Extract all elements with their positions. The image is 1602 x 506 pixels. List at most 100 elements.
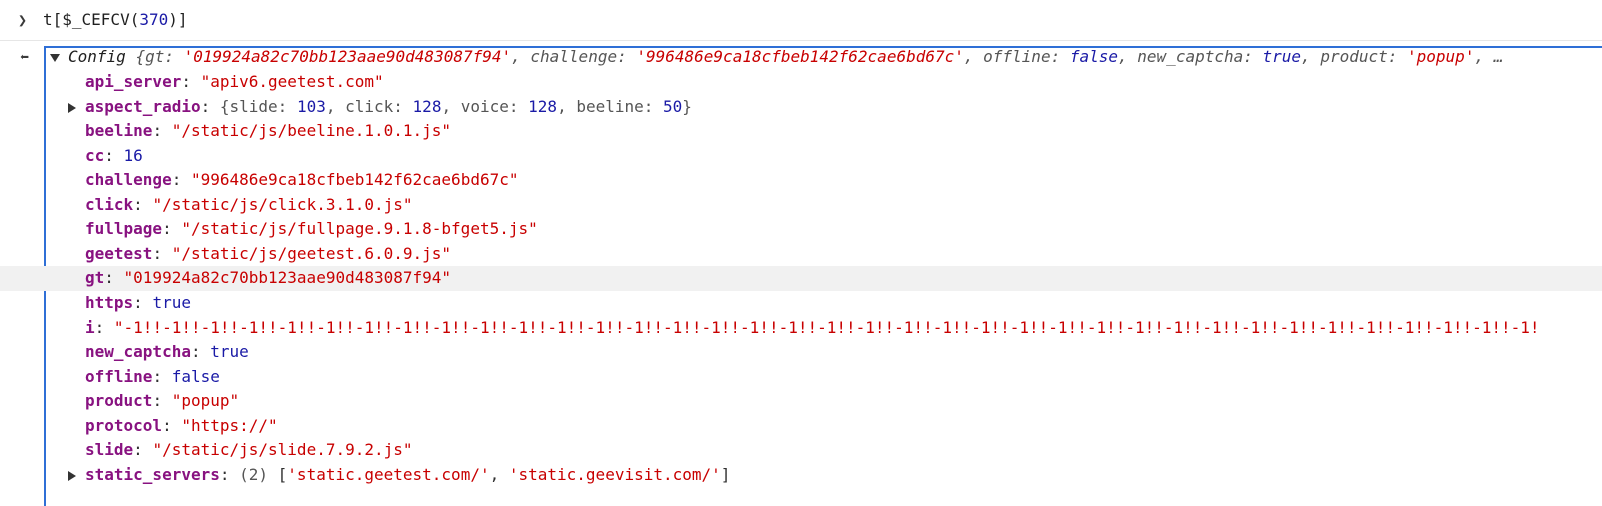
property-row-geetest[interactable]: geetest: "/static/js/geetest.6.0.9.js" <box>0 242 1602 267</box>
object-value: 128 <box>528 96 558 116</box>
array-item: 'static.geetest.com/' <box>287 464 490 484</box>
property-key: slide <box>85 440 134 460</box>
property-content: api_server: "apiv6.geetest.com" <box>85 70 384 95</box>
property-content: beeline: "/static/js/beeline.1.0.1.js" <box>85 119 451 144</box>
colon: : <box>133 440 153 460</box>
colon: : <box>200 96 220 116</box>
property-content: geetest: "/static/js/geetest.6.0.9.js" <box>85 242 451 267</box>
property-content: product: "popup" <box>85 389 239 414</box>
colon: : <box>152 243 172 263</box>
colon: : <box>190 342 211 362</box>
property-value: "/static/js/beeline.1.0.1.js" <box>171 121 452 141</box>
property-content: fullpage: "/static/js/fullpage.9.1.8-bfg… <box>85 217 538 242</box>
property-value: "019924a82c70bb123aae90d483087f94" <box>123 268 452 288</box>
object-value: 103 <box>296 96 326 116</box>
property-content: challenge: "996486e9ca18cfbeb142f62cae6b… <box>85 168 518 193</box>
property-row-protocol[interactable]: protocol: "https://" <box>0 414 1602 439</box>
result-header-row[interactable]: ⬅ Config {gt: '019924a82c70bb123aae90d48… <box>0 45 1602 70</box>
object-key: slide <box>229 96 278 116</box>
property-content: new_captcha: true <box>85 340 249 365</box>
colon: : <box>133 292 153 312</box>
property-content: click: "/static/js/click.3.1.0.js" <box>85 193 413 218</box>
property-row-i[interactable]: i: "-1!!-1!!-1!!-1!!-1!!-1!!-1!!-1!!-1!!… <box>0 316 1602 341</box>
colon: : <box>104 145 124 165</box>
property-row-cc[interactable]: cc: 16 <box>0 144 1602 169</box>
property-row-fullpage[interactable]: fullpage: "/static/js/fullpage.9.1.8-bfg… <box>0 217 1602 242</box>
array-item: 'static.geevisit.com/' <box>508 464 721 484</box>
comma: , <box>325 96 346 116</box>
property-row-new_captcha[interactable]: new_captcha: true <box>0 340 1602 365</box>
brace: } <box>682 96 692 116</box>
property-key: offline <box>85 366 153 386</box>
object-key: beeline <box>576 96 644 116</box>
property-value: "-1!!-1!!-1!!-1!!-1!!-1!!-1!!-1!!-1!!-1!… <box>113 317 1540 337</box>
chevron-right-icon: ❯ <box>18 11 28 29</box>
property-key: challenge <box>85 170 172 190</box>
command-text: t[$_CEFCV(370)] <box>43 10 188 29</box>
property-value: false <box>171 366 220 386</box>
property-row-api_server[interactable]: api_server: "apiv6.geetest.com" <box>0 70 1602 95</box>
expand-triangle-icon[interactable] <box>50 53 60 62</box>
property-key: static_servers <box>85 464 220 484</box>
comma: , <box>489 464 509 484</box>
property-value: "996486e9ca18cfbeb142f62cae6bd67c" <box>190 170 519 190</box>
property-content: slide: "/static/js/slide.7.9.2.js" <box>85 438 413 463</box>
colon: : <box>162 415 182 435</box>
property-value: true <box>210 342 249 362</box>
colon: : <box>393 96 413 116</box>
property-content: aspect_radio: {slide: 103, click: 128, v… <box>85 95 692 120</box>
property-content: static_servers: (2) ['static.geetest.com… <box>85 463 730 488</box>
property-value: true <box>152 292 191 312</box>
property-value: "/static/js/fullpage.9.1.8-bfget5.js" <box>181 219 538 239</box>
property-value: 16 <box>123 145 143 165</box>
colon: : <box>94 317 114 337</box>
property-row-click[interactable]: click: "/static/js/click.3.1.0.js" <box>0 193 1602 218</box>
property-key: cc <box>85 145 105 165</box>
object-key: click <box>345 96 394 116</box>
colon: : <box>643 96 664 116</box>
property-key: i <box>85 317 95 337</box>
colon: : <box>152 121 172 141</box>
console-input-row[interactable]: ❯ t[$_CEFCV(370)] <box>0 0 1602 41</box>
property-value: "/static/js/click.3.1.0.js" <box>152 194 413 214</box>
property-key: aspect_radio <box>85 96 201 116</box>
property-key: gt <box>85 268 105 288</box>
expand-triangle-icon[interactable] <box>68 470 76 481</box>
property-row-slide[interactable]: slide: "/static/js/slide.7.9.2.js" <box>0 438 1602 463</box>
colon: : <box>152 391 172 411</box>
colon: : <box>171 170 191 190</box>
return-arrow-icon: ⬅ <box>20 48 30 66</box>
colon: : <box>152 366 172 386</box>
property-value: "https://" <box>181 415 278 435</box>
property-key: protocol <box>85 415 163 435</box>
object-value: 128 <box>412 96 442 116</box>
property-content: i: "-1!!-1!!-1!!-1!!-1!!-1!!-1!!-1!!-1!!… <box>85 316 1540 341</box>
property-row-gt[interactable]: gt: "019924a82c70bb123aae90d483087f94" <box>0 266 1602 291</box>
property-key: product <box>85 391 153 411</box>
property-row-beeline[interactable]: beeline: "/static/js/beeline.1.0.1.js" <box>0 119 1602 144</box>
colon: : <box>219 464 240 484</box>
expand-triangle-icon[interactable] <box>68 102 76 113</box>
colon: : <box>133 194 153 214</box>
property-row-challenge[interactable]: challenge: "996486e9ca18cfbeb142f62cae6b… <box>0 168 1602 193</box>
property-row-product[interactable]: product: "popup" <box>0 389 1602 414</box>
property-key: https <box>85 292 134 312</box>
property-value: "apiv6.geetest.com" <box>200 72 384 91</box>
comma: , <box>441 96 461 116</box>
property-key: geetest <box>85 243 153 263</box>
property-row-offline[interactable]: offline: false <box>0 365 1602 390</box>
property-value: "popup" <box>171 391 240 411</box>
array-count: (2) <box>239 464 278 484</box>
bracket: ] <box>720 464 731 484</box>
colon: : <box>277 96 297 116</box>
bracket: [ <box>277 464 288 484</box>
property-row-aspect_radio[interactable]: aspect_radio: {slide: 103, click: 128, v… <box>0 95 1602 120</box>
property-key: click <box>85 194 134 214</box>
property-row-https[interactable]: https: true <box>0 291 1602 316</box>
property-content: https: true <box>85 291 191 316</box>
property-key: new_captcha <box>85 342 191 362</box>
property-row-static_servers[interactable]: static_servers: (2) ['static.geetest.com… <box>0 463 1602 488</box>
comma: , <box>557 96 577 116</box>
brace: { <box>219 96 230 116</box>
colon: : <box>162 219 182 239</box>
